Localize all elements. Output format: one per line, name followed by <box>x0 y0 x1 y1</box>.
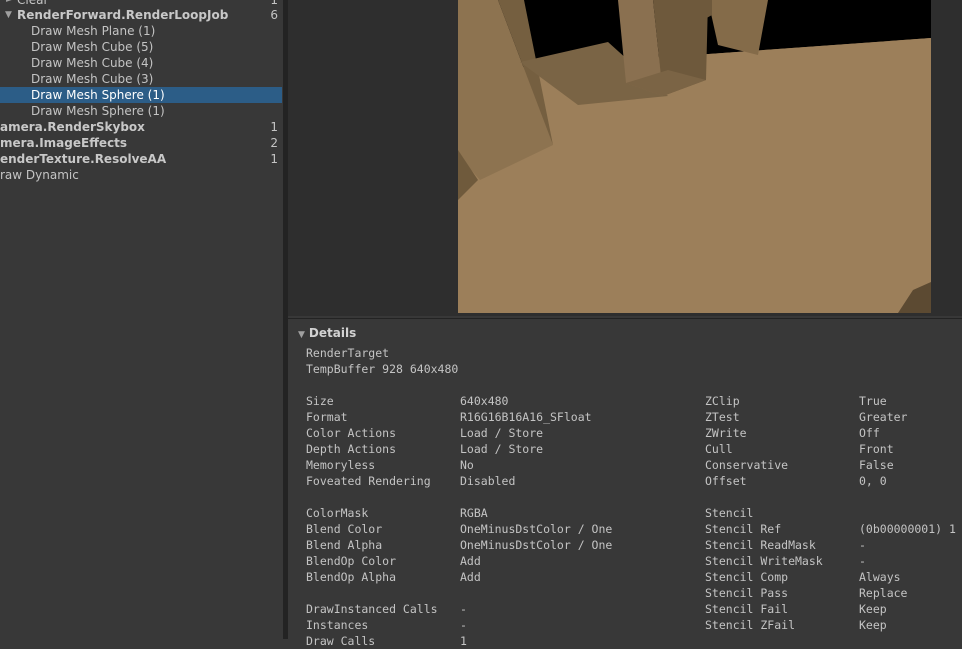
right_props-value: Off <box>859 426 880 440</box>
hierarchy-label: enderTexture.ResolveAA <box>0 152 167 166</box>
hierarchy-row-renderloopjob[interactable]: ▼ RenderForward.RenderLoopJob 6 <box>0 7 282 23</box>
left_props-value: 1 <box>460 634 467 648</box>
hierarchy-row-draw-mesh-cube-3[interactable]: Draw Mesh Cube (3) <box>0 71 282 87</box>
left_props-value: R16G16B16A16_SFloat <box>460 410 592 424</box>
right_props-name: Stencil Ref <box>705 522 782 536</box>
right_props-value: True <box>859 394 887 408</box>
left_props-value: Add <box>460 554 481 568</box>
left_props-value: 640x480 <box>460 394 509 408</box>
event-count: 1 <box>270 152 278 166</box>
hierarchy-label: amera.RenderSkybox <box>0 120 145 134</box>
hierarchy-row-renderskybox[interactable]: amera.RenderSkybox 1 <box>0 119 282 135</box>
event-count: 6 <box>270 8 278 22</box>
render-target-label: RenderTarget <box>306 346 390 360</box>
triangle-down-icon[interactable]: ▼ <box>298 330 305 340</box>
hierarchy-row-draw-dynamic[interactable]: raw Dynamic <box>0 167 282 183</box>
right_props-value: Keep <box>859 602 887 616</box>
hierarchy-row-draw-mesh-plane[interactable]: Draw Mesh Plane (1) <box>0 23 282 39</box>
right_props-value: Front <box>859 442 894 456</box>
right_props-name: ZWrite <box>705 426 747 440</box>
event-count: 2 <box>270 136 278 150</box>
left_props-value: Load / Store <box>460 426 544 440</box>
right_props-name: Conservative <box>705 458 789 472</box>
left_props-name: Draw Calls <box>306 634 376 648</box>
hierarchy-row-draw-mesh-sphere-selected[interactable]: Draw Mesh Sphere (1) <box>0 87 282 103</box>
left_props-value: - <box>460 618 467 632</box>
left_props-name: Format <box>306 410 348 424</box>
left_props-name: Instances <box>306 618 369 632</box>
left_props-value: OneMinusDstColor / One <box>460 538 613 552</box>
render-target-value: TempBuffer 928 640x480 <box>306 362 459 376</box>
left_props-name: BlendOp Alpha <box>306 570 397 584</box>
left_props-name: ColorMask <box>306 506 369 520</box>
left_props-value: Load / Store <box>460 442 544 456</box>
hierarchy-row-resolveaa[interactable]: enderTexture.ResolveAA 1 <box>0 151 282 167</box>
hierarchy-row-draw-mesh-cube-4[interactable]: Draw Mesh Cube (4) <box>0 55 282 71</box>
hierarchy-label: Draw Mesh Plane (1) <box>31 24 156 38</box>
left_props-name: Blend Color <box>306 522 383 536</box>
render-target-preview <box>458 0 931 313</box>
left_props-value: Add <box>460 570 481 584</box>
right_props-value: 0, 0 <box>859 474 887 488</box>
details-panel: ▼ Details RenderTarget TempBuffer 928 640… <box>288 318 962 648</box>
right_props-name: Stencil Comp <box>705 570 789 584</box>
right_props-value: Keep <box>859 618 887 632</box>
expand-triangle-icon[interactable]: ▼ <box>5 7 12 23</box>
left_props-value: Disabled <box>460 474 516 488</box>
left_props-value: RGBA <box>460 506 488 520</box>
hierarchy-label: Draw Mesh Sphere (1) <box>31 104 165 118</box>
left_props-name: Size <box>306 394 334 408</box>
left_props-name: DrawInstanced Calls <box>306 602 438 616</box>
right_props-name: Offset <box>705 474 747 488</box>
right_props-value: Replace <box>859 586 908 600</box>
left_props-name: BlendOp Color <box>306 554 397 568</box>
right_props-value: - <box>859 538 866 552</box>
left_props-name: Depth Actions <box>306 442 397 456</box>
left_props-name: Foveated Rendering <box>306 474 431 488</box>
hierarchy-label: mera.ImageEffects <box>0 136 128 150</box>
right_props-value: - <box>859 554 866 568</box>
event-count: 1 <box>270 120 278 134</box>
hierarchy-label: Draw Mesh Cube (3) <box>31 72 154 86</box>
right_props-name: ZClip <box>705 394 740 408</box>
left_props-name: Blend Alpha <box>306 538 383 552</box>
hierarchy-label: Draw Mesh Cube (4) <box>31 56 154 70</box>
left_props-value: OneMinusDstColor / One <box>460 522 613 536</box>
left_props-value: - <box>460 602 467 616</box>
right_props-name: Stencil WriteMask <box>705 554 823 568</box>
left_props-value: No <box>460 458 474 472</box>
hierarchy-row-draw-mesh-cube-5[interactable]: Draw Mesh Cube (5) <box>0 39 282 55</box>
hierarchy-label: Draw Mesh Cube (5) <box>31 40 154 54</box>
details-title: Details <box>308 326 357 340</box>
left_props-name: Color Actions <box>306 426 397 440</box>
right_props-value: False <box>859 458 894 472</box>
hierarchy-label: Draw Mesh Sphere (1) <box>31 88 165 102</box>
scene-render-image <box>458 0 931 313</box>
hierarchy-label: RenderForward.RenderLoopJob <box>17 8 229 22</box>
right_props-name: Stencil ReadMask <box>705 538 816 552</box>
right_props-name: Cull <box>705 442 733 456</box>
hierarchy-row-draw-mesh-sphere[interactable]: Draw Mesh Sphere (1) <box>0 103 282 119</box>
right_props-name: Stencil ZFail <box>705 618 796 632</box>
right_props-value: (0b00000001) 1 <box>859 522 956 536</box>
hierarchy-row-imageeffects[interactable]: mera.ImageEffects 2 <box>0 135 282 151</box>
right_props-value: Greater <box>859 410 908 424</box>
details-foldout-header[interactable]: ▼ Details <box>298 325 356 341</box>
right_props-value: Always <box>859 570 901 584</box>
event-hierarchy-panel: ► Clear 1 ▼ RenderForward.RenderLoopJob … <box>0 0 283 639</box>
right_props-name: Stencil Fail <box>705 602 789 616</box>
hierarchy-label: raw Dynamic <box>0 168 79 182</box>
right_props-name: Stencil Pass <box>705 586 789 600</box>
right_props-name: ZTest <box>705 410 740 424</box>
right_props-name: Stencil <box>705 506 754 520</box>
left_props-name: Memoryless <box>306 458 376 472</box>
